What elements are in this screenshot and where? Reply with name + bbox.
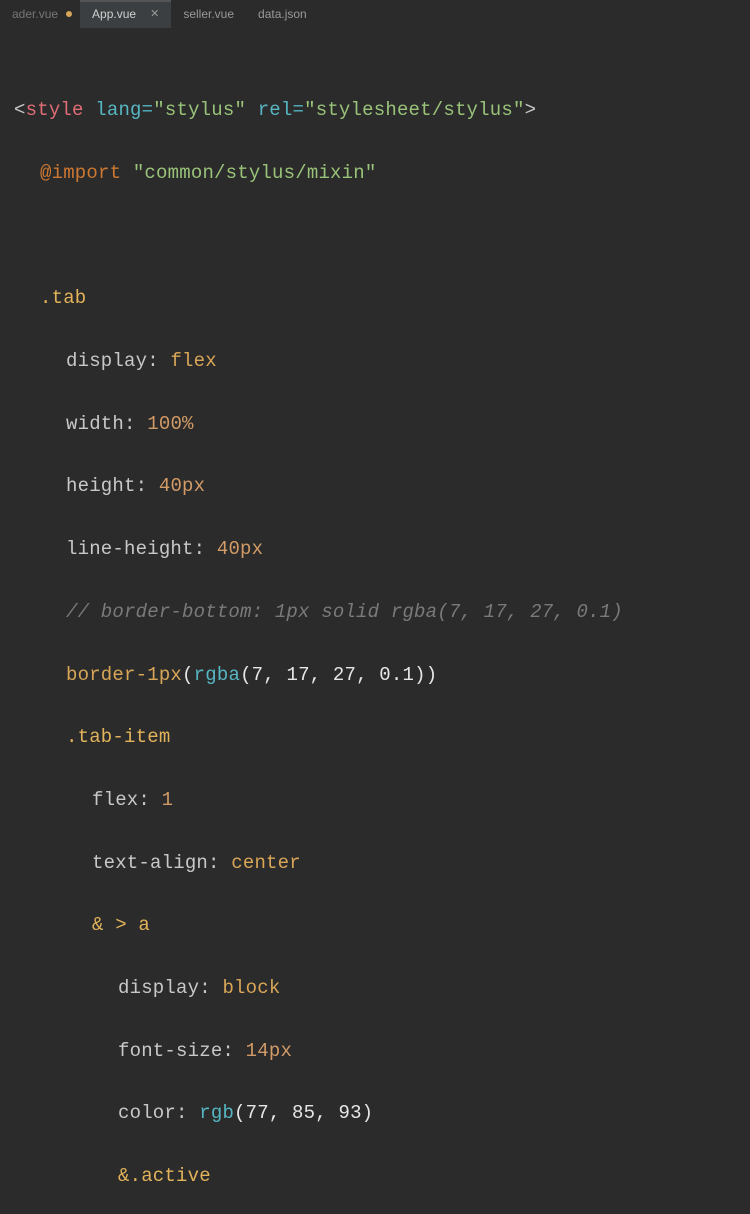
- code-line: line-height: 40px: [14, 534, 740, 565]
- code-line: @import "common/stylus/mixin": [14, 158, 740, 189]
- code-editor[interactable]: <style lang="stylus" rel="stylesheet/sty…: [0, 28, 750, 1214]
- code-line: & > a: [14, 910, 740, 941]
- code-line: [14, 221, 740, 252]
- code-line: <style lang="stylus" rel="stylesheet/sty…: [14, 95, 740, 126]
- tab-file-data[interactable]: data.json: [246, 0, 319, 28]
- code-line: display: block: [14, 973, 740, 1004]
- code-line: height: 40px: [14, 471, 740, 502]
- code-line: flex: 1: [14, 785, 740, 816]
- tab-active-file[interactable]: App.vue ✕: [80, 0, 171, 28]
- tab-label: App.vue: [92, 7, 136, 21]
- code-line: font-size: 14px: [14, 1036, 740, 1067]
- code-line: width: 100%: [14, 409, 740, 440]
- tab-label: data.json: [258, 7, 307, 21]
- tab-file-seller[interactable]: seller.vue: [171, 0, 246, 28]
- code-line: &.active: [14, 1161, 740, 1192]
- code-line: .tab: [14, 283, 740, 314]
- code-line: // border-bottom: 1px solid rgba(7, 17, …: [14, 597, 740, 628]
- code-line: display: flex: [14, 346, 740, 377]
- close-icon[interactable]: ✕: [150, 9, 159, 20]
- code-line: .tab-item: [14, 722, 740, 753]
- code-line: text-align: center: [14, 848, 740, 879]
- tab-label: ader.vue: [12, 7, 58, 21]
- code-line: color: rgb(77, 85, 93): [14, 1098, 740, 1129]
- tab-bar: ader.vue App.vue ✕ seller.vue data.json: [0, 0, 750, 28]
- code-line: border-1px(rgba(7, 17, 27, 0.1)): [14, 660, 740, 691]
- tab-label: seller.vue: [183, 7, 234, 21]
- modified-dot-icon: [66, 11, 72, 17]
- tab-prev-file[interactable]: ader.vue: [0, 0, 80, 28]
